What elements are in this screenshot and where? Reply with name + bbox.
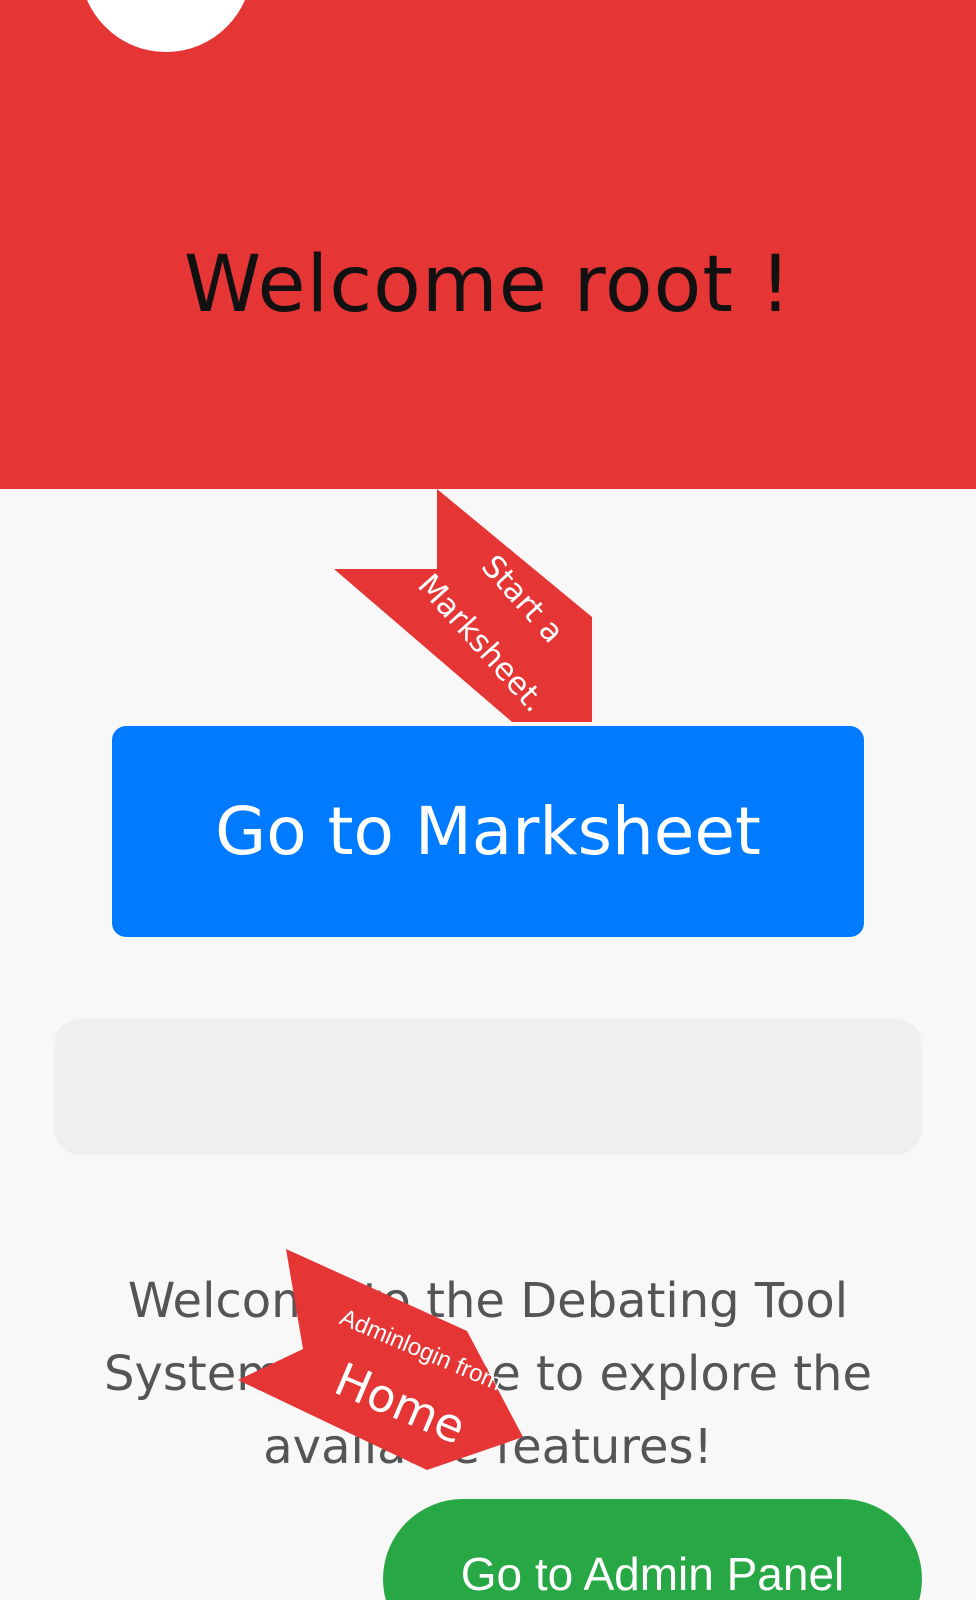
marksheet-hint-line2: Marksheet. xyxy=(410,567,552,719)
welcome-header: Welcome root ! xyxy=(0,0,976,489)
app-screen: Welcome root ! Go to Marksheet Welcome t… xyxy=(0,0,976,1600)
avatar xyxy=(80,0,252,52)
page-title: Welcome root ! xyxy=(183,240,793,330)
go-to-marksheet-button[interactable]: Go to Marksheet xyxy=(112,726,864,937)
marksheet-hint-arrow: Start a Marksheet. xyxy=(334,489,592,722)
marksheet-hint-line1: Start a xyxy=(474,548,571,650)
intro-text: Welcome to the Debating Tool System. Fee… xyxy=(104,1273,872,1475)
go-to-admin-panel-button[interactable]: Go to Admin Panel xyxy=(383,1499,922,1600)
admin-button-label: Go to Admin Panel xyxy=(460,1548,845,1600)
info-box xyxy=(54,1019,922,1155)
